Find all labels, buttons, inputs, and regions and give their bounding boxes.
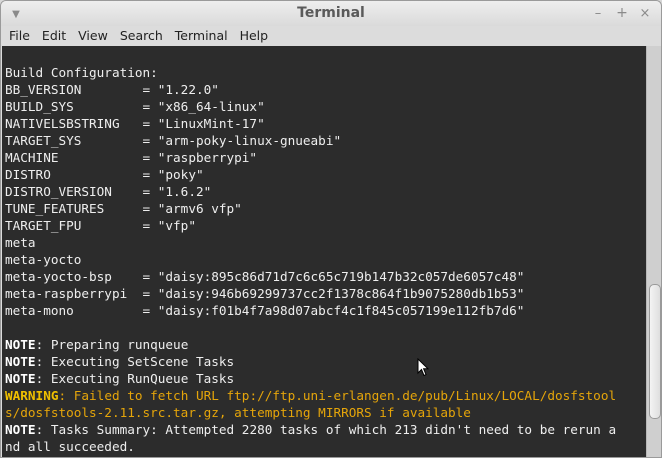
config-line: meta-mono = "daisy:f01b4f7a98d07abcf4c1f… — [5, 303, 525, 318]
config-line: DISTRO_VERSION = "1.6.2" — [5, 184, 212, 199]
config-line: TARGET_FPU = "vfp" — [5, 218, 196, 233]
close-button[interactable]: × — [636, 4, 654, 22]
scrollbar-thumb[interactable] — [649, 284, 661, 419]
terminal-text: Build Configuration: BB_VERSION = "1.22.0… — [2, 64, 616, 455]
config-line: BB_VERSION = "1.22.0" — [5, 82, 219, 97]
note-line: NOTE: Executing SetScene Tasks — [5, 353, 616, 370]
menu-edit[interactable]: Edit — [36, 26, 72, 46]
build-config-header: Build Configuration: — [5, 65, 158, 80]
config-line: meta-yocto — [5, 252, 82, 267]
config-line: TUNE_FEATURES = "armv6 vfp" — [5, 201, 242, 216]
menu-terminal[interactable]: Terminal — [169, 26, 234, 46]
config-line: meta — [5, 235, 36, 250]
note-line: NOTE: Tasks Summary: Attempted 2280 task… — [5, 421, 616, 438]
vertical-scrollbar[interactable] — [646, 46, 661, 457]
note-label: NOTE — [5, 371, 36, 386]
menu-search[interactable]: Search — [114, 26, 169, 46]
note-line: NOTE: Preparing runqueue — [5, 336, 616, 353]
config-line: meta-raspberrypi = "daisy:946b69299737cc… — [5, 286, 525, 301]
config-line: MACHINE = "raspberrypi" — [5, 150, 258, 165]
summary-continuation: nd all succeeded. — [5, 439, 135, 454]
warning-continuation: s/dosfstools-2.11.src.tar.gz, attempting… — [5, 405, 471, 420]
note-label: NOTE — [5, 422, 36, 437]
note-text: : Preparing runqueue — [35, 337, 189, 352]
config-line: NATIVELSBSTRING = "LinuxMint-17" — [5, 116, 265, 131]
menu-view[interactable]: View — [72, 26, 114, 46]
maximize-button[interactable]: + — [613, 4, 631, 22]
config-line: DISTRO = "poky" — [5, 167, 204, 182]
menu-help[interactable]: Help — [234, 26, 275, 46]
menu-bar: File Edit View Search Terminal Help — [1, 26, 661, 46]
terminal-window: ▼ Terminal – + × File Edit View Search T… — [0, 0, 662, 458]
warning-line: WARNING: Failed to fetch URL ftp://ftp.u… — [5, 387, 616, 404]
note-line: NOTE: Executing RunQueue Tasks — [5, 370, 616, 387]
summary-text: : Tasks Summary: Attempted 2280 tasks of… — [35, 422, 617, 437]
mouse-pointer-icon — [417, 358, 429, 377]
config-line: BUILD_SYS = "x86_64-linux" — [5, 99, 265, 114]
window-title: Terminal — [297, 5, 365, 21]
note-text: : Executing RunQueue Tasks — [35, 371, 235, 386]
config-line: meta-yocto-bsp = "daisy:895c86d71d7c6c65… — [5, 269, 525, 284]
note-label: NOTE — [5, 337, 36, 352]
note-label: NOTE — [5, 354, 36, 369]
note-text: : Executing SetScene Tasks — [35, 354, 235, 369]
minimize-button[interactable]: – — [589, 4, 607, 22]
config-line: TARGET_SYS = "arm-poky-linux-gnueabi" — [5, 133, 342, 148]
terminal-output[interactable]: Build Configuration: BB_VERSION = "1.22.0… — [2, 46, 646, 457]
warning-text: : Failed to fetch URL ftp://ftp.uni-erla… — [58, 388, 617, 403]
menu-file[interactable]: File — [1, 26, 36, 46]
title-bar[interactable]: ▼ Terminal – + × — [1, 1, 661, 27]
warning-label: WARNING — [5, 388, 59, 403]
